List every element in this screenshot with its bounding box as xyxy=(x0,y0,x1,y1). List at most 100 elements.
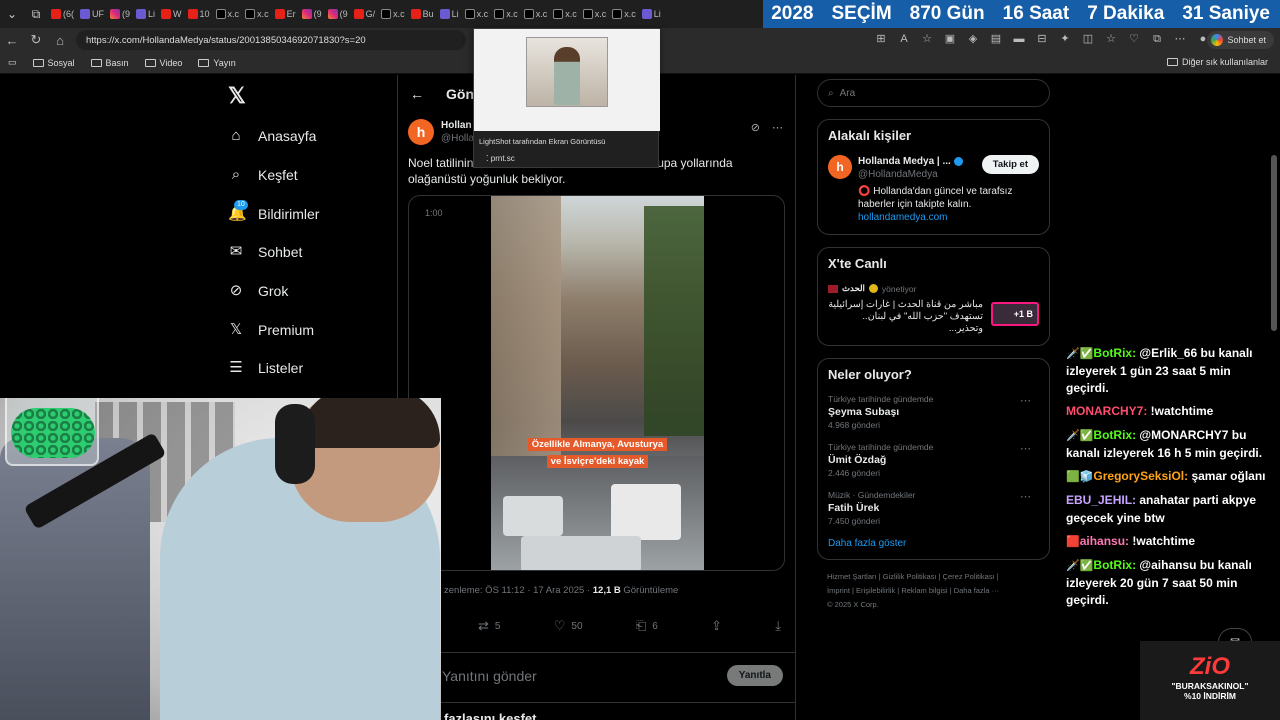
like-count: 50 xyxy=(571,620,583,632)
browser-tab[interactable]: x.c xyxy=(242,0,272,28)
home-icon[interactable]: ⌂ xyxy=(48,33,72,48)
bookmark-button[interactable]: ⎗ 6 xyxy=(636,618,658,634)
sidebar-item-bildirimler[interactable]: 🔔 10 Bildirimler xyxy=(222,194,392,233)
split-screen-icon[interactable]: ◫ xyxy=(1081,32,1095,46)
avatar[interactable]: h xyxy=(828,155,852,179)
browser-tab[interactable]: (6( xyxy=(48,0,77,28)
footer-line[interactable]: İmprint | Erişilebilirlik | Reklam bilgi… xyxy=(827,584,1050,598)
browser-tab[interactable]: x.c xyxy=(378,0,408,28)
video-frame[interactable]: Özellikle Almanya, Avusturya ve İsviçre'… xyxy=(491,196,704,570)
browser-tab[interactable]: (9 xyxy=(107,0,133,28)
repost-button[interactable]: ⇄ 5 xyxy=(478,618,500,634)
trend-item[interactable]: Müzik · Gündemdekiler Fatih Ürek 7.450 gön… xyxy=(828,490,1039,526)
like-button[interactable]: ♡ 50 xyxy=(554,618,583,634)
extension-icon[interactable]: ▤ xyxy=(989,32,1003,46)
extension-icon[interactable]: ▣ xyxy=(943,32,957,46)
bookmarks-menu-icon[interactable]: ▭ xyxy=(0,57,25,68)
more-icon[interactable]: ⋯ xyxy=(1020,394,1031,407)
sidebar-item-anasayfa[interactable]: ⌂ Anasayfa xyxy=(222,117,392,156)
sidebar-item-sohbet[interactable]: ✉ Sohbet xyxy=(222,233,392,272)
bookmark-folder-basin[interactable]: Basın xyxy=(83,58,137,68)
video-scene-car xyxy=(611,484,681,540)
browser-tab[interactable]: 10 xyxy=(185,0,213,28)
grok-icon[interactable]: ⊘ xyxy=(751,121,760,134)
show-more-link[interactable]: Daha fazla göster xyxy=(828,538,1039,549)
browser-tab[interactable]: x.c xyxy=(580,0,610,28)
more-icon[interactable]: ⋯ xyxy=(1020,442,1031,455)
live-thumbnail[interactable]: +1 B xyxy=(991,302,1039,326)
search-input[interactable]: ⌕ Ara xyxy=(817,79,1050,107)
share-button[interactable]: ⇪ xyxy=(711,618,722,634)
reply-input[interactable]: Yanıtını gönder xyxy=(442,668,537,684)
sidebar-item-grok[interactable]: ⊘ Grok xyxy=(222,272,392,311)
url-field[interactable]: https://x.com/HollandaMedya/status/20013… xyxy=(76,30,466,50)
author-avatar[interactable]: h xyxy=(408,119,434,145)
browser-tab[interactable]: Li xyxy=(133,0,158,28)
page-scrollbar[interactable] xyxy=(1271,155,1277,331)
browser-tab[interactable]: UF xyxy=(77,0,107,28)
reply-button[interactable]: Yanıtla xyxy=(726,665,783,686)
tab-actions-icon[interactable]: ⧉ xyxy=(24,0,48,28)
more-icon[interactable]: ⋯ xyxy=(772,121,783,134)
tab-list-chevron-icon[interactable]: ⌄ xyxy=(0,0,24,28)
puzzle-icon[interactable]: ✦ xyxy=(1058,32,1072,46)
bookmark-folder-sosyal[interactable]: Sosyal xyxy=(25,58,83,68)
browser-tab[interactable]: x.c xyxy=(521,0,551,28)
trend-item[interactable]: Türkiye tarihinde gündemde Şeyma Subaşı 4.… xyxy=(828,394,1039,430)
more-icon[interactable]: ⋯ xyxy=(1020,490,1031,503)
extension-icon[interactable]: ▬ xyxy=(1012,32,1026,46)
post-text-line1-start: Noel tatilinin xyxy=(408,156,474,170)
more-icon[interactable]: ⋯ xyxy=(1173,32,1187,46)
footer-line[interactable]: Hizmet Şartları | Gizlilik Politikası | … xyxy=(827,570,1050,584)
browser-tab[interactable]: (9 xyxy=(325,0,351,28)
browser-tab[interactable]: Bu xyxy=(408,0,437,28)
related-person[interactable]: h Hollanda Medya | ... @HollandaMedya ⭕ … xyxy=(828,155,1039,224)
browser-tab[interactable]: Li xyxy=(639,0,664,28)
bio-link[interactable]: hollandamedya.com xyxy=(858,212,948,223)
bookmark-folder-video[interactable]: Video xyxy=(137,58,191,68)
extension-icon[interactable]: ◈ xyxy=(966,32,980,46)
app-icon[interactable]: ⊞ xyxy=(874,32,888,46)
sidebar-item-premium[interactable]: 𝕏 Premium xyxy=(222,310,392,349)
chat-badge-icon: 🟥 xyxy=(1066,536,1080,548)
heart-icon[interactable]: ♡ xyxy=(1127,32,1141,46)
x-logo-icon[interactable]: 𝕏 xyxy=(222,75,392,117)
back-arrow-icon[interactable]: ← xyxy=(410,86,424,102)
follow-button[interactable]: Takip et xyxy=(981,155,1039,174)
browser-tab[interactable]: x.c xyxy=(213,0,243,28)
sidebar-item-listeler[interactable]: ☰ Listeler xyxy=(222,349,392,388)
favorites-icon[interactable]: ☆ xyxy=(1104,32,1118,46)
browser-tab[interactable]: W xyxy=(158,0,185,28)
post-timestamp: zenleme: ÖS 11:12 · 17 Ara 2025 · xyxy=(444,585,593,596)
favorite-star-icon[interactable]: ☆ xyxy=(920,32,934,46)
extension-icon[interactable]: ⊟ xyxy=(1035,32,1049,46)
repost-icon: ⇄ xyxy=(478,618,489,633)
trend-item[interactable]: Türkiye tarihinde gündemde Ümit Özdağ 2.44… xyxy=(828,442,1039,478)
sidebar-item-label: Keşfet xyxy=(258,167,298,184)
other-bookmarks[interactable]: Diğer sık kullanılanlar xyxy=(1166,57,1268,67)
chat-message: MONARCHY7: !watchtime xyxy=(1066,403,1276,421)
post-video[interactable]: 1:00 Özellikle Almanya, Avusturya ve İsv… xyxy=(408,195,785,571)
browser-tab[interactable]: x.c xyxy=(550,0,580,28)
reply-composer[interactable]: Yanıtını gönder Yanıtla xyxy=(398,652,795,698)
browser-tab[interactable]: G/ xyxy=(351,0,379,28)
browser-tab[interactable]: x.c xyxy=(462,0,492,28)
bookmark-label: Basın xyxy=(105,57,129,68)
browser-tab[interactable]: (9 xyxy=(299,0,325,28)
read-aloud-icon[interactable]: A xyxy=(897,32,911,46)
browser-tab[interactable]: Er xyxy=(272,0,299,28)
browser-tab[interactable]: x.c xyxy=(491,0,521,28)
collections-icon[interactable]: ⧉ xyxy=(1150,32,1164,46)
download-button[interactable]: ⤓ xyxy=(775,618,781,634)
countdown-year: 2028 xyxy=(771,3,814,24)
pen-favicon-icon xyxy=(80,9,90,19)
browser-tab[interactable]: Li xyxy=(437,0,462,28)
author-names[interactable]: Hollan @Holla xyxy=(441,119,474,145)
browser-tab[interactable]: x.c xyxy=(609,0,639,28)
sidebar-item-keşfet[interactable]: ⌕ Keşfet xyxy=(222,156,392,195)
back-arrow-icon[interactable]: ← xyxy=(0,33,24,48)
live-card[interactable]: X'te Canlı الحدث yönetiyor مباشر من قناة… xyxy=(817,247,1050,346)
copilot-button[interactable]: Sohbet et xyxy=(1207,31,1274,49)
refresh-icon[interactable]: ↻ xyxy=(24,32,48,48)
bookmark-folder-yayin[interactable]: Yayın xyxy=(190,58,243,68)
